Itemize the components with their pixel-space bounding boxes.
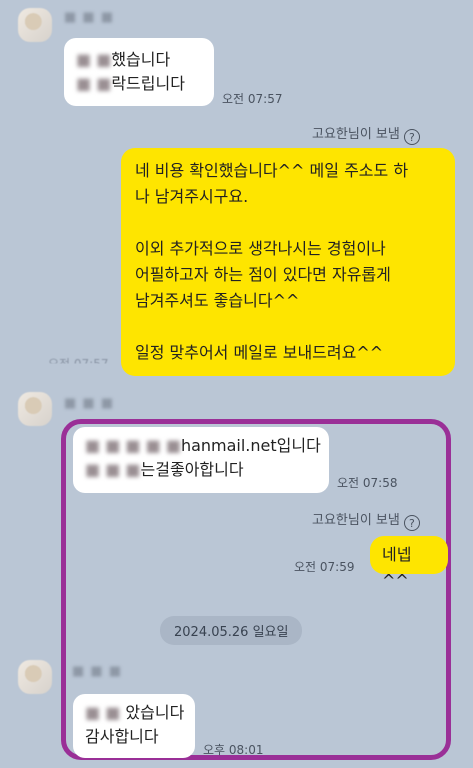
sender-name: ■ ■ ■ [72,664,123,679]
redacted-text: ■ ■ ■ [85,460,141,479]
message-bubble[interactable]: ■ ■ 았습니다 감사합니다 [73,694,195,758]
message-line: 네 비용 확인했습니다^^ 메일 주소도 하 [135,161,409,180]
message-line: ■ ■락드립니다 [76,72,202,96]
avatar[interactable] [18,8,52,42]
read-receipt: 고요한님이 보냄? [312,509,420,531]
message-line: ■ ■했습니다 [76,48,202,72]
message-text: 네넵^^ [382,545,412,590]
redacted-text: ■ ■ [76,74,112,93]
question-icon[interactable]: ? [403,515,420,531]
message-text: 락드립니다 [111,74,185,93]
message-line: 나 남겨주시구요. [135,187,249,206]
redacted-text: ■ ■ [85,703,126,722]
message-time: 오전 07:58 [337,476,398,490]
message-line: ■ ■ 았습니다 [85,701,185,725]
message-time: 오전 07:59 [294,560,355,574]
read-receipt-label: 고요한님이 보냄 [312,127,400,142]
message-line: 감사합니다 [85,727,159,746]
sender-name: ■ ■ ■ [64,10,115,25]
message-time: 오전 07:57 [222,92,283,106]
message-line: 남겨주셔도 좋습니다^^ [135,291,300,310]
message-text: 았습니다 [125,703,185,722]
message-bubble[interactable]: ■ ■했습니다 ■ ■락드립니다 [64,38,214,106]
message-line: 어필하고자 하는 점이 있다면 자유롭게 [135,265,391,284]
message-line: ■ ■ ■는걸좋아합니다 [85,458,317,482]
message-bubble[interactable]: ■ ■ ■ ■ ■hanmail.net입니다 ■ ■ ■는걸좋아합니다 [73,427,329,493]
read-receipt: 고요한님이 보냄? [312,123,420,145]
avatar[interactable] [18,392,52,426]
message-line: ■ ■ ■ ■ ■hanmail.net입니다 [85,434,321,458]
read-receipt-label: 고요한님이 보냄 [312,513,400,528]
message-line: 일정 맞추어서 메일로 보내드려요^^ [135,343,384,362]
my-message-bubble[interactable]: 네넵^^ [370,536,448,590]
message-text: hanmail.net입니다 [180,436,321,455]
message-time: 오전 07:57 [48,357,109,371]
avatar[interactable] [18,660,52,694]
redacted-text: ■ ■ [76,50,112,69]
message-text: 했습니다 [111,50,171,69]
redacted-text: ■ ■ ■ ■ ■ [85,436,181,455]
question-icon[interactable]: ? [403,129,420,145]
sender-name: ■ ■ ■ [64,396,115,411]
message-text: 는걸좋아합니다 [140,460,244,479]
my-message-bubble[interactable]: 네 비용 확인했습니다^^ 메일 주소도 하 나 남겨주시구요. 이외 추가적으… [121,148,455,376]
date-divider: 2024.05.26 일요일 [160,616,303,645]
message-line: 이외 추가적으로 생각나시는 경험이나 [135,239,386,258]
message-time: 오후 08:01 [203,743,264,757]
